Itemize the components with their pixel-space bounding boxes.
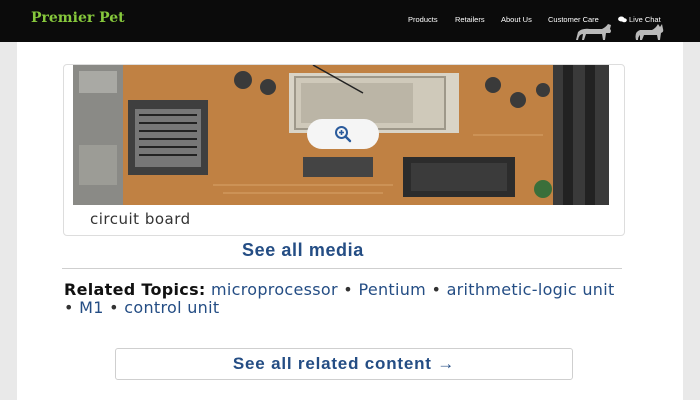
nav-about-us[interactable]: About Us bbox=[501, 15, 532, 24]
topic-link[interactable]: arithmetic-logic unit bbox=[447, 280, 615, 299]
see-all-related-content-button[interactable]: See all related content → bbox=[115, 348, 573, 380]
media-caption: circuit board bbox=[90, 210, 191, 228]
topic-separator: • bbox=[109, 298, 119, 317]
topic-separator: • bbox=[343, 280, 354, 299]
brand-logo[interactable]: Premier Pet bbox=[31, 10, 125, 26]
pet-silhouettes-icon bbox=[576, 24, 664, 40]
zoom-button[interactable] bbox=[307, 119, 379, 149]
topic-link[interactable]: Pentium bbox=[358, 280, 426, 299]
magnifier-plus-icon bbox=[335, 126, 352, 143]
nav-products[interactable]: Products bbox=[408, 15, 438, 24]
topic-separator: • bbox=[431, 280, 442, 299]
topic-link[interactable]: M1 bbox=[79, 298, 104, 317]
topic-link[interactable]: control unit bbox=[124, 298, 219, 317]
topic-separator: • bbox=[64, 298, 74, 317]
nav-retailers[interactable]: Retailers bbox=[455, 15, 485, 24]
related-topics-label: Related Topics: bbox=[64, 280, 206, 299]
divider bbox=[62, 268, 622, 269]
topic-link[interactable]: microprocessor bbox=[211, 280, 338, 299]
top-nav-bar: Premier Pet Products Retailers About Us … bbox=[0, 0, 700, 42]
related-topics: Related Topics: microprocessor • Pentium… bbox=[64, 281, 624, 317]
see-all-media-link[interactable]: See all media bbox=[242, 240, 364, 261]
